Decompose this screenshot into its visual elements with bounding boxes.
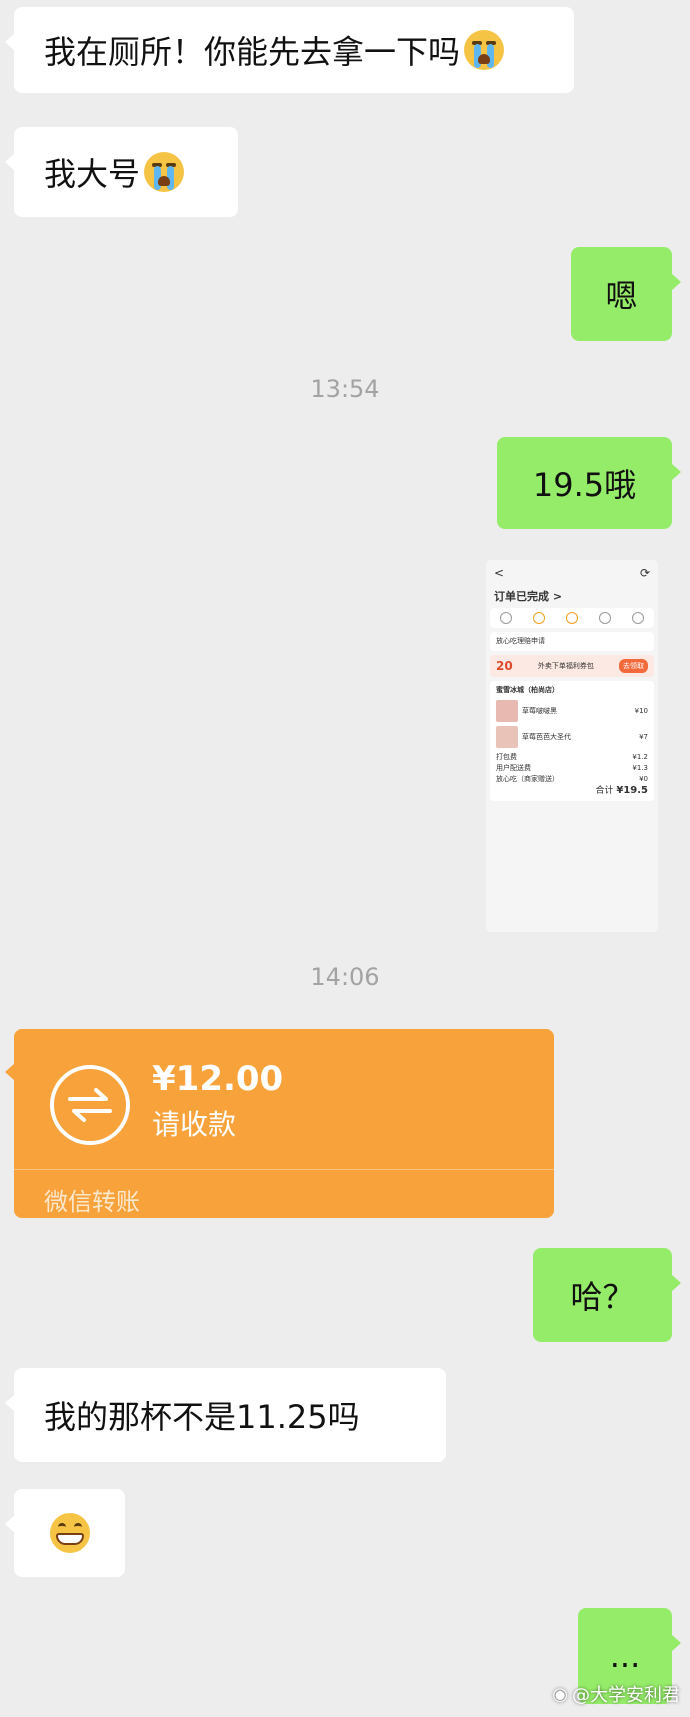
- transfer-footer: 微信转账: [44, 1188, 140, 1216]
- message-sent-2[interactable]: 19.5哦: [497, 437, 681, 529]
- wechat-transfer-card[interactable]: ¥12.00 请收款 微信转账: [5, 1029, 554, 1218]
- message-received-1[interactable]: 我在厕所！你能先去拿一下吗: [5, 7, 574, 93]
- message-text: 19.5哦: [532, 466, 637, 504]
- weibo-watermark: ◉ @大学安利君: [552, 1683, 680, 1707]
- notice-card: 放心吃理赔申请: [490, 632, 654, 651]
- message-sent-3[interactable]: 哈？: [533, 1248, 681, 1342]
- message-text: 我的那杯不是11.25吗: [44, 1398, 360, 1436]
- timestamp: 14:06: [310, 963, 380, 991]
- order-action-icons: [490, 608, 654, 628]
- transfer-arrows-icon: [50, 1065, 130, 1145]
- order-screenshot-image[interactable]: < ⟳ 订单已完成 > 放心吃理赔申请 20 外卖下单福利券包 去领取 蜜雪冰城（柏尚…: [486, 560, 658, 932]
- timestamp: 13:54: [310, 375, 380, 403]
- message-text: 我大号: [44, 155, 141, 193]
- transfer-amount: ¥12.00: [152, 1059, 284, 1099]
- transfer-note: 请收款: [152, 1108, 237, 1141]
- headset-icon: ⟳: [639, 566, 650, 580]
- message-text: 我在厕所！你能先去拿一下吗: [44, 33, 461, 71]
- back-icon: <: [494, 566, 505, 580]
- message-sent-1[interactable]: 嗯: [571, 247, 681, 341]
- divider: [14, 1169, 554, 1170]
- message-received-4[interactable]: [5, 1489, 125, 1577]
- weibo-icon: ◉: [552, 1683, 568, 1705]
- crying-face-icon: [464, 30, 505, 70]
- message-received-2[interactable]: 我大号: [5, 127, 238, 217]
- message-received-3[interactable]: 我的那杯不是11.25吗: [5, 1368, 446, 1462]
- crying-face-icon: [144, 152, 185, 192]
- message-text: 哈？: [570, 1278, 635, 1316]
- message-text: ...: [609, 1637, 641, 1675]
- message-text: 嗯: [605, 277, 638, 315]
- promo-card: 20 外卖下单福利券包 去领取: [490, 655, 654, 677]
- order-details-card: 蜜雪冰城（柏尚店） 草莓啵啵黑 ¥10 草莓芭芭大圣代 ¥7 打包费 ¥1.2 用户配…: [490, 681, 654, 801]
- order-status-title: 订单已完成 >: [494, 590, 563, 603]
- grinning-face-icon: [49, 1513, 90, 1553]
